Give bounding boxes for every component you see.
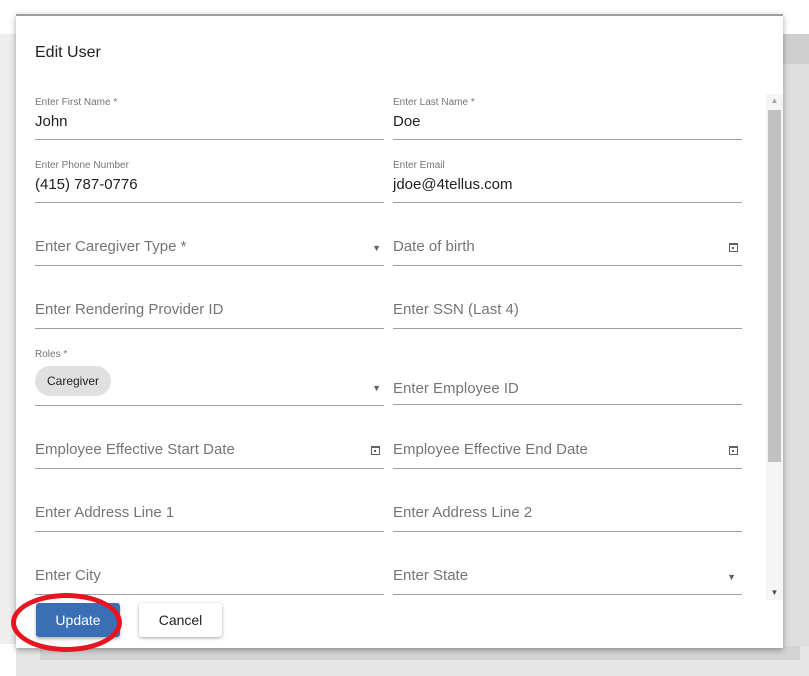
roles-select[interactable]: Roles * Caregiver ▼ — [35, 349, 384, 406]
dialog-scrollbar[interactable]: ▲ ▼ — [766, 94, 783, 600]
caregiver-type-select[interactable]: Enter Caregiver Type * ▼ — [35, 223, 384, 266]
phone-label: Enter Phone Number — [35, 160, 129, 171]
phone-field[interactable]: Enter Phone Number (415) 787-0776 — [35, 160, 384, 203]
scroll-down-arrow-icon[interactable]: ▼ — [766, 586, 783, 600]
backdrop-right — [783, 34, 809, 646]
update-button[interactable]: Update — [36, 603, 120, 637]
end-date-field[interactable]: Employee Effective End Date — [393, 426, 742, 469]
rendering-provider-placeholder: Enter Rendering Provider ID — [35, 301, 224, 318]
backdrop-left — [0, 34, 16, 644]
state-select[interactable]: Enter State ▼ — [393, 552, 742, 595]
roles-label: Roles * — [35, 349, 68, 360]
email-value: jdoe@4tellus.com — [393, 176, 513, 193]
edit-user-dialog: Edit User Enter First Name * John Enter … — [16, 14, 783, 648]
last-name-field[interactable]: Enter Last Name * Doe — [393, 97, 742, 140]
calendar-icon[interactable] — [729, 243, 738, 252]
first-name-label: Enter First Name * — [35, 97, 118, 108]
scroll-up-arrow-icon[interactable]: ▲ — [766, 94, 783, 108]
cancel-button[interactable]: Cancel — [139, 603, 222, 637]
caregiver-type-placeholder: Enter Caregiver Type * — [35, 238, 187, 255]
employee-id-field[interactable]: Enter Employee ID — [393, 349, 742, 405]
caret-down-icon: ▼ — [372, 383, 381, 393]
caret-down-icon: ▼ — [372, 243, 381, 253]
employee-id-placeholder: Enter Employee ID — [393, 380, 519, 397]
calendar-icon[interactable] — [729, 446, 738, 455]
state-placeholder: Enter State — [393, 567, 469, 584]
dob-placeholder: Date of birth — [393, 238, 475, 255]
backdrop-right-band — [783, 34, 809, 64]
phone-value: (415) 787-0776 — [35, 176, 138, 193]
last-name-value: Doe — [393, 113, 421, 130]
address-line-2-placeholder: Enter Address Line 2 — [393, 504, 533, 521]
first-name-field[interactable]: Enter First Name * John — [35, 97, 384, 140]
rendering-provider-field[interactable]: Enter Rendering Provider ID — [35, 286, 384, 329]
dialog-title: Edit User — [35, 44, 101, 61]
end-date-placeholder: Employee Effective End Date — [393, 441, 588, 458]
backdrop-bottom-band — [40, 646, 800, 660]
scrollbar-thumb[interactable] — [768, 110, 781, 462]
email-label: Enter Email — [393, 160, 445, 171]
city-field[interactable]: Enter City — [35, 552, 384, 595]
first-name-value: John — [35, 113, 68, 130]
address-line-1-placeholder: Enter Address Line 1 — [35, 504, 175, 521]
role-chip-caregiver[interactable]: Caregiver — [35, 366, 112, 396]
email-field[interactable]: Enter Email jdoe@4tellus.com — [393, 160, 742, 203]
start-date-placeholder: Employee Effective Start Date — [35, 441, 235, 458]
caret-down-icon: ▼ — [727, 572, 736, 582]
ssn-placeholder: Enter SSN (Last 4) — [393, 301, 519, 318]
ssn-field[interactable]: Enter SSN (Last 4) — [393, 286, 742, 329]
address-line-1-field[interactable]: Enter Address Line 1 — [35, 489, 384, 532]
city-placeholder: Enter City — [35, 567, 101, 584]
last-name-label: Enter Last Name * — [393, 97, 475, 108]
calendar-icon[interactable] — [371, 446, 380, 455]
address-line-2-field[interactable]: Enter Address Line 2 — [393, 489, 742, 532]
dialog-content: Enter First Name * John Enter Last Name … — [16, 88, 783, 602]
dob-field[interactable]: Date of birth — [393, 223, 742, 266]
start-date-field[interactable]: Employee Effective Start Date — [35, 426, 384, 469]
